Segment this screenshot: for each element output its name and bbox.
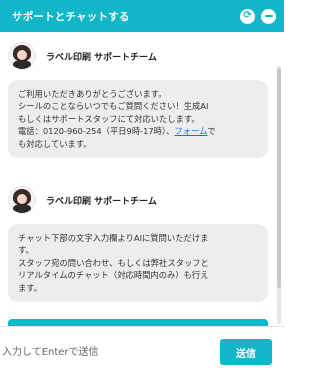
message-line: 電話：0120-960-254（平日9時-17時）、フォームで [18, 125, 258, 137]
message-bubble: ご利用いただきありがとうございます。 シールのことならいつでもご質問ください！生… [8, 80, 268, 159]
phone-suffix: で [207, 126, 216, 137]
message-line: もしくはサポートスタッフにて対応いたします。 [18, 113, 200, 124]
message-line: ます。 [18, 282, 43, 293]
chat-log[interactable]: ラベル印刷 サポートチーム ご利用いただきありがとうございます。 シールのことな… [0, 32, 284, 326]
send-button[interactable]: 送信 [220, 339, 272, 365]
avatar [8, 186, 36, 214]
minimize-bar [264, 15, 273, 17]
message-line: スタッフ宛の問い合わせ、もしくは弊社スタッフと [18, 257, 209, 268]
form-link[interactable]: フォーム [174, 126, 207, 136]
chat-scrollbar[interactable] [277, 66, 281, 324]
refresh-icon[interactable]: ⟳ [240, 8, 255, 24]
message-line: リアルタイムのチャット（対応時間内のみ）も行え [18, 270, 209, 281]
message-input-bar: 送信 [0, 326, 284, 376]
message-line: シールのことならいつでもご質問ください！生成AI [18, 101, 209, 112]
message-sender: ラベル印刷 サポートチーム [8, 42, 157, 70]
chat-header: サポートとチャットする ⟳ [0, 0, 284, 32]
sender-name: ラベル印刷 サポートチーム [46, 196, 157, 207]
message-bubble: チャット下部の文字入力欄よりAIに質問いただけま す。 スタッフ宛の問い合わせ、… [8, 224, 268, 303]
minimize-icon[interactable] [261, 8, 276, 24]
chat-title: サポートとチャットする [12, 10, 130, 23]
phone-text: 電話：0120-960-254（平日9時-17時）、 [18, 126, 175, 137]
message-input[interactable] [0, 339, 202, 365]
sender-name: ラベル印刷 サポートチーム [46, 52, 157, 63]
message-line: も対応しています。 [18, 138, 92, 149]
next-message-bubble [8, 319, 268, 326]
message-line: チャット下部の文字入力欄よりAIに質問いただけま [18, 233, 209, 243]
avatar [8, 42, 36, 70]
scrollbar-thumb[interactable] [277, 68, 281, 288]
refresh-glyph: ⟳ [243, 10, 252, 21]
message-line: ご利用いただきありがとうございます。 [18, 89, 167, 99]
message-sender: ラベル印刷 サポートチーム [8, 186, 157, 214]
message-line: す。 [18, 245, 34, 256]
